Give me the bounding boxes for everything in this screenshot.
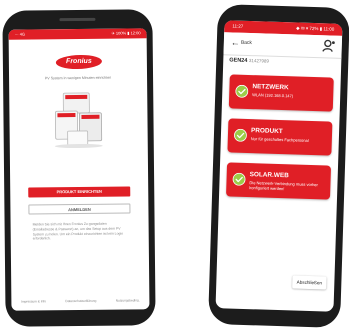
- setup-product-button[interactable]: PRODUKT EINRICHTEN: [28, 186, 131, 198]
- user-settings-icon[interactable]: [322, 38, 336, 52]
- logo-text: Fronius: [66, 57, 92, 66]
- phone-speaker: [59, 17, 96, 22]
- inverter-illustration: [54, 92, 103, 149]
- left-screen: ··· 4G ✈ 100% ▮ 12:00 Fronius PV System …: [8, 28, 150, 311]
- card-title: PRODUKT: [250, 127, 283, 136]
- status-time: 11:27: [232, 23, 244, 29]
- right-screen: 11:27 ◆ ✉ ▾ 72% ▮ 11:00 ← Back GEN24 314…: [215, 20, 343, 312]
- footer-links: Impressum & Info Datenschutzerklärung Nu…: [11, 296, 149, 305]
- phone-left: ··· 4G ✈ 100% ▮ 12:00 Fronius PV System …: [2, 9, 156, 327]
- card-description: Die Netzwerk-Verbindung muss vorher konf…: [249, 180, 318, 192]
- phone-right: 11:27 ◆ ✉ ▾ 72% ▮ 11:00 ← Back GEN24 314…: [208, 4, 349, 328]
- device-name: GEN24: [229, 57, 248, 64]
- fronius-logo: Fronius: [54, 54, 104, 70]
- device-title: GEN24 31427989: [229, 57, 269, 64]
- card-product[interactable]: PRODUKT Nur für geschultes Fachpersonal: [227, 118, 333, 156]
- status-bar: ··· 4G ✈ 100% ▮ 12:00: [8, 28, 147, 40]
- card-network[interactable]: NETZWERK WLAN (192.168.0.147): [228, 74, 334, 112]
- login-note: Melden Sie sich mit Ihren Fronius Zu-gan…: [32, 221, 123, 241]
- check-circle-icon: [235, 84, 249, 98]
- finish-button[interactable]: Abschließen: [292, 275, 327, 290]
- card-solar-web[interactable]: SOLAR.WEB Die Netzwerk-Verbindung muss v…: [226, 162, 332, 200]
- footer-link-privacy[interactable]: Datenschutzerklärung: [65, 299, 96, 303]
- status-left: ··· 4G: [14, 31, 26, 37]
- app-bar: ← Back: [223, 32, 343, 59]
- intro-text: PV System in wenigen Minuten einrichten: [44, 75, 112, 81]
- card-title: SOLAR.WEB: [249, 171, 289, 180]
- card-title: NETZWERK: [252, 83, 289, 92]
- status-right: ✈ 100% ▮ 12:00: [111, 30, 141, 36]
- check-circle-icon: [232, 172, 246, 186]
- back-button[interactable]: Back: [241, 40, 252, 46]
- login-button[interactable]: ANMELDEN: [28, 203, 131, 215]
- footer-link-terms[interactable]: Nutzungsbeding.: [116, 298, 140, 302]
- device-id: 31427989: [248, 58, 269, 64]
- card-description: Nur für geschultes Fachpersonal: [250, 136, 309, 143]
- check-circle-icon: [234, 128, 247, 142]
- footer-link-imprint[interactable]: Impressum & Info: [21, 299, 46, 303]
- back-arrow-icon[interactable]: ←: [231, 37, 240, 47]
- card-description: WLAN (192.168.0.147): [252, 92, 294, 99]
